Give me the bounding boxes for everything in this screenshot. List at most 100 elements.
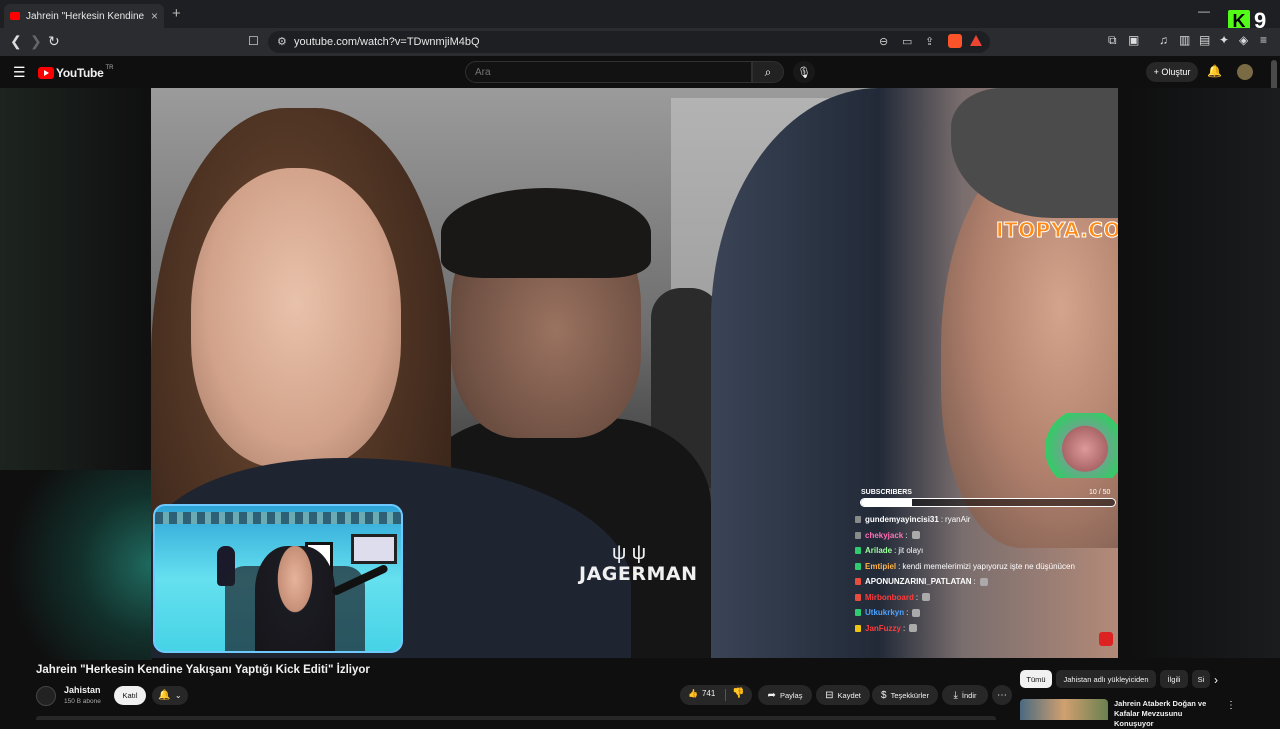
browser-toolbar: ❮ ❯ ↻ ☐ youtube.com/watch?v=TDwnmjiM4bQ … xyxy=(0,28,1280,56)
recommended-more-icon[interactable]: ⋮ xyxy=(1226,700,1236,711)
more-dots-icon: ⋯ xyxy=(997,689,1007,701)
chip-related[interactable]: İlgili xyxy=(1160,670,1188,688)
video-player[interactable]: ITOPYA.COM ψ ψ JAGERMAN SUBSCRIBERS 10 /… xyxy=(151,88,1118,658)
chip-more[interactable]: Si xyxy=(1192,670,1210,688)
tab-title: Jahrein "Herkesin Kendine Yakışa xyxy=(26,10,147,22)
video-man-hair xyxy=(441,188,651,278)
chevron-down-icon: ⌄ xyxy=(174,691,182,700)
download-button[interactable]: ⤓ İndir xyxy=(942,685,988,705)
new-tab-button[interactable]: + xyxy=(172,5,181,22)
brave-shields-icon[interactable] xyxy=(948,34,962,48)
chips-next-arrow-icon[interactable]: › xyxy=(1214,673,1218,687)
brave-rewards-icon[interactable] xyxy=(970,35,982,46)
chat-emote-icon xyxy=(911,531,920,540)
leo-ai-icon[interactable]: ✦ xyxy=(1219,33,1229,47)
chat-username: Arilade xyxy=(865,546,893,556)
zoom-icon[interactable]: ⊖ xyxy=(879,35,888,48)
chat-username: Emtipiel xyxy=(865,561,897,571)
emote-overlay xyxy=(1041,413,1118,478)
chat-emote-icon xyxy=(922,593,931,602)
chat-emote-icon xyxy=(909,624,918,633)
youtube-logo[interactable]: YouTube TR xyxy=(38,65,113,80)
chat-badge-icon xyxy=(855,562,861,570)
browser-menu-icon[interactable]: ≡ xyxy=(1260,33,1267,47)
ambient-glow xyxy=(0,470,152,660)
bell-icon: 🔔 xyxy=(158,690,171,701)
chat-badge-icon xyxy=(855,609,861,617)
webcam-frame-large xyxy=(351,534,397,564)
cast-icon[interactable]: ▭ xyxy=(902,35,912,48)
browser-tab[interactable]: Jahrein "Herkesin Kendine Yakışa × xyxy=(4,4,164,28)
wallet-icon[interactable]: ▤ xyxy=(1199,33,1210,47)
download-label: İndir xyxy=(961,690,977,700)
chat-message: Arilade: jit olayı xyxy=(855,543,1115,559)
music-icon[interactable]: ♫ xyxy=(1159,33,1168,47)
webcam-shelf xyxy=(155,512,401,524)
join-button[interactable]: Katıl xyxy=(114,686,146,705)
search-button[interactable]: ⌕ xyxy=(752,61,784,83)
subs-goal-count: 10 / 50 xyxy=(1089,489,1111,496)
save-button[interactable]: ⊟ Kaydet xyxy=(816,685,870,705)
chat-badge-icon xyxy=(855,578,861,586)
chat-username: Mirbonboard xyxy=(865,592,914,602)
forward-icon[interactable]: ❯ xyxy=(30,33,42,50)
chat-separator: : xyxy=(973,577,976,587)
url-text: youtube.com/watch?v=TDwnmjiM4bQ xyxy=(294,36,480,48)
reading-list-icon[interactable]: ▥ xyxy=(1179,33,1190,47)
search-input[interactable] xyxy=(465,61,752,83)
microphone-icon: 🎙 xyxy=(797,66,811,79)
thumbs-up-icon: 👍 xyxy=(688,689,698,698)
dislike-button[interactable]: 👎 xyxy=(732,688,744,699)
video-title: Jahrein "Herkesin Kendine Yakışanı Yaptı… xyxy=(36,664,370,676)
sidebar-panel-icon[interactable]: ▣ xyxy=(1128,33,1139,47)
hamburger-menu-icon[interactable]: ☰ xyxy=(13,64,26,81)
create-button[interactable]: + Oluştur xyxy=(1146,62,1198,82)
webcam-streamer xyxy=(255,546,335,651)
bookmark-icon[interactable]: ☐ xyxy=(248,34,259,48)
webcam-overlay xyxy=(153,504,403,653)
chat-badge-icon xyxy=(855,593,861,601)
description-box[interactable] xyxy=(36,716,996,720)
like-button[interactable]: 👍 741 xyxy=(688,689,715,698)
jagerman-text: JAGERMAN xyxy=(579,563,698,585)
chat-badge-icon xyxy=(855,516,861,524)
save-label: Kaydet xyxy=(837,690,861,700)
chip-from-uploader[interactable]: Jahistan adlı yükleyiciden xyxy=(1056,670,1156,688)
back-icon[interactable]: ❮ xyxy=(10,33,22,50)
notifications-bell-icon[interactable]: 🔔 xyxy=(1207,64,1222,78)
save-icon: ⊟ xyxy=(825,689,834,701)
more-actions-button[interactable]: ⋯ xyxy=(992,685,1012,705)
recommended-thumbnail[interactable] xyxy=(1020,699,1108,720)
chat-username: JanFuzzy xyxy=(865,623,902,633)
search-icon: ⌕ xyxy=(764,64,772,79)
thanks-button[interactable]: $ Teşekkürler xyxy=(872,685,938,705)
chat-separator: : xyxy=(940,515,944,525)
chat-message: Emtipiel: kendi memelerimizi yapıyoruz iş… xyxy=(855,559,1115,575)
share-page-icon[interactable]: ⇪ xyxy=(925,35,934,48)
channel-avatar[interactable] xyxy=(36,686,56,706)
sponsor-logo: ITOPYA.COM xyxy=(995,218,1118,243)
recommended-title[interactable]: Jahrein Ataberk Doğan ve Kafalar Mevzusu… xyxy=(1114,699,1224,729)
chat-username: gundemyayincisi31 xyxy=(865,515,939,525)
like-dislike-group: 👍 741 👎 xyxy=(680,685,752,705)
account-avatar[interactable] xyxy=(1237,64,1253,80)
vpn-icon[interactable]: ◈ xyxy=(1239,33,1248,47)
youtube-play-icon xyxy=(38,67,54,79)
chip-all[interactable]: Tümü xyxy=(1020,670,1052,688)
tab-close-icon[interactable]: × xyxy=(151,9,158,23)
minimize-icon[interactable]: — xyxy=(1198,4,1210,18)
youtube-favicon-icon xyxy=(10,12,20,20)
extensions-icon[interactable]: ⧉ xyxy=(1108,33,1117,48)
share-button[interactable]: ➦ Paylaş xyxy=(758,685,812,705)
voice-search-button[interactable]: 🎙 xyxy=(793,61,815,83)
channel-name[interactable]: Jahistan xyxy=(64,685,101,695)
chat-separator: : xyxy=(894,546,897,556)
reload-icon[interactable]: ↻ xyxy=(48,33,60,50)
subscription-bell-button[interactable]: 🔔 ⌄ xyxy=(152,686,188,705)
chat-emote-icon xyxy=(979,577,988,586)
like-count: 741 xyxy=(701,689,716,698)
jagerman-logo: ψ ψ JAGERMAN xyxy=(579,543,698,585)
site-info-icon[interactable]: ⚙ xyxy=(277,35,287,48)
subs-goal-bar xyxy=(860,498,1116,507)
video-woman-face xyxy=(191,168,401,468)
